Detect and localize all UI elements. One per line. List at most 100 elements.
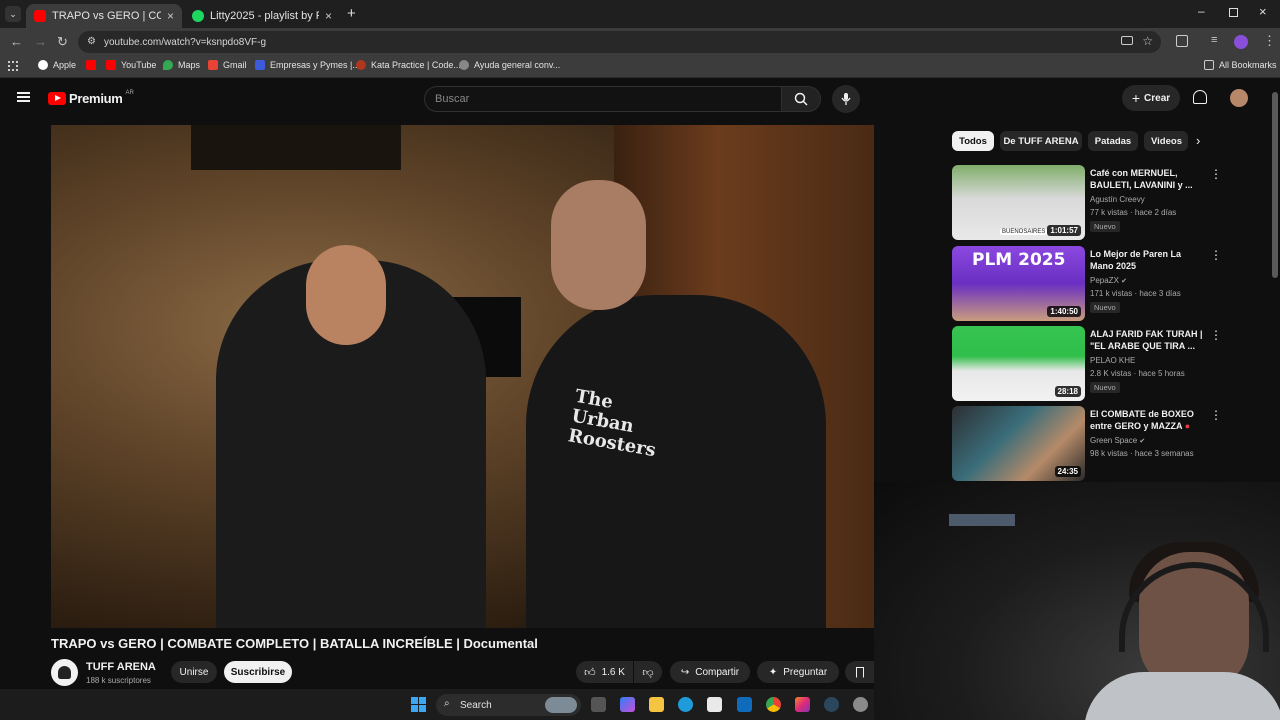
tab-search-icon[interactable]: ⌄ [5, 6, 21, 22]
notifications-bell-icon[interactable] [1193, 90, 1207, 104]
youtube-premium-logo[interactable]: Premium AR [48, 90, 134, 106]
bookmark-label: Empresas y Pymes |... [270, 60, 360, 70]
file-explorer-icon[interactable] [649, 697, 664, 712]
tab-title: Litty2025 - playlist by FrancoBe [210, 10, 319, 22]
logo-text: Premium [69, 91, 123, 106]
title-label: El COMBATE de BOXEO entre GERO y MAZZA [1090, 409, 1194, 431]
bookmark-apple[interactable]: Apple [38, 60, 76, 70]
hamburger-menu-icon[interactable] [17, 92, 30, 102]
like-button[interactable]: 👍︎ 1.6 K [576, 661, 633, 683]
youtube-icon [86, 60, 96, 70]
join-button[interactable]: Unirse [171, 661, 217, 683]
steam-icon[interactable] [824, 697, 839, 712]
more-options-icon[interactable]: ⋮ [1210, 408, 1222, 422]
reload-icon[interactable]: ↻ [57, 34, 68, 50]
channel-avatar[interactable] [51, 659, 78, 686]
new-badge: Nuevo [1090, 382, 1120, 393]
forward-icon[interactable]: → [34, 34, 47, 49]
more-options-icon[interactable]: ⋮ [1210, 248, 1222, 262]
more-options-icon[interactable]: ⋮ [1210, 328, 1222, 342]
bookmark-icon [855, 666, 864, 678]
bookmark-star-icon[interactable]: ☆ [1142, 34, 1153, 48]
search-input[interactable]: Buscar [424, 86, 782, 112]
video-thumbnail[interactable]: 24:35 [952, 406, 1085, 481]
chrome-icon[interactable] [766, 697, 781, 712]
bookmark-youtube-red[interactable] [86, 60, 101, 70]
voice-search-button[interactable] [832, 85, 860, 113]
task-view-icon[interactable] [591, 697, 606, 712]
settings-gear-icon[interactable] [853, 697, 868, 712]
windows-start-icon[interactable] [411, 697, 426, 712]
close-window-icon[interactable]: × [1259, 4, 1267, 19]
media-control-icon[interactable]: ≡ [1211, 34, 1217, 46]
video-thumbnail[interactable]: PLM 2025 1:40:50 [952, 246, 1085, 321]
outlook-icon[interactable] [737, 697, 752, 712]
maximize-window-icon[interactable] [1229, 8, 1238, 17]
chip-videos[interactable]: Videos [1144, 131, 1188, 151]
verified-check-icon: ✔ [1139, 438, 1146, 445]
tab-trapo-vs-gero[interactable]: TRAPO vs GERO | COMBATE CO × [26, 4, 182, 28]
browser-menu-icon[interactable]: ⋮ [1263, 33, 1276, 49]
webcam-overlay [874, 482, 1280, 720]
youtube-icon [106, 60, 116, 70]
bookmark-youtube[interactable]: YouTube [106, 60, 156, 70]
extensions-icon[interactable] [1176, 35, 1188, 47]
new-tab-icon[interactable]: + [347, 5, 356, 22]
create-button[interactable]: + Crear [1122, 85, 1180, 111]
install-app-icon[interactable] [1121, 36, 1133, 45]
tab-title: TRAPO vs GERO | COMBATE CO [52, 10, 161, 22]
chip-de-tuff-arena[interactable]: De TUFF ARENA [1000, 131, 1082, 151]
profile-avatar-icon[interactable] [1234, 35, 1248, 49]
scrollbar-thumb[interactable] [1272, 92, 1278, 278]
tab-litty2025[interactable]: Litty2025 - playlist by FrancoBe × [184, 4, 340, 28]
save-button[interactable] [845, 661, 874, 683]
edge-icon[interactable] [678, 697, 693, 712]
bookmark-kata[interactable]: Kata Practice | Code... [356, 60, 461, 70]
taskbar-search[interactable]: ⌕ Search [436, 694, 581, 716]
bookmark-label: Maps [178, 60, 201, 70]
site-info-icon[interactable]: ⚙ [87, 36, 96, 47]
bookmark-ayuda[interactable]: Ayuda general conv... [459, 60, 560, 70]
copilot-icon[interactable] [620, 697, 635, 712]
folder-icon [1204, 60, 1214, 70]
recommendation-item[interactable]: PLM 2025 1:40:50 Lo Mejor de Paren La Ma… [952, 246, 1222, 322]
microsoft-store-icon[interactable] [707, 697, 722, 712]
recommendation-item[interactable]: 24:35 El COMBATE de BOXEO entre GERO y M… [952, 406, 1222, 482]
back-icon[interactable]: ← [10, 34, 23, 49]
search-button[interactable] [781, 86, 821, 112]
minimize-window-icon[interactable]: – [1198, 4, 1205, 18]
search-placeholder: Buscar [435, 93, 470, 105]
url-bar[interactable]: ⚙ youtube.com/watch?v=ksnpdo8VF-g ☆ [78, 31, 1161, 53]
video-thumbnail[interactable]: 28:18 [952, 326, 1085, 401]
chip-todos[interactable]: Todos [952, 131, 994, 151]
recommendation-item[interactable]: 28:18 ALAJ FARID FAK TURAH | "EL ARABE Q… [952, 326, 1222, 402]
apps-grid-icon[interactable] [8, 61, 18, 71]
more-options-icon[interactable]: ⋮ [1210, 167, 1222, 181]
monitor-light [949, 514, 1015, 526]
bookmark-gmail[interactable]: Gmail [208, 60, 247, 70]
video-player[interactable]: The Urban Roosters [51, 125, 874, 628]
all-bookmarks[interactable]: All Bookmarks [1204, 60, 1277, 70]
codewars-icon [356, 60, 366, 70]
channel-name[interactable]: TUFF ARENA [86, 661, 156, 673]
new-badge: Nuevo [1090, 302, 1120, 313]
close-tab-icon[interactable]: × [325, 9, 332, 23]
share-button[interactable]: ↪ Compartir [670, 661, 750, 683]
bookmark-maps[interactable]: Maps [163, 60, 200, 70]
account-avatar[interactable] [1230, 89, 1248, 107]
chips-next-chevron-icon[interactable]: › [1196, 133, 1200, 148]
bookmark-empresas[interactable]: Empresas y Pymes |... [255, 60, 360, 70]
video-thumbnail[interactable]: BUENOSAIRES 1:01:57 [952, 165, 1085, 240]
subscribe-button[interactable]: Suscribirse [224, 661, 292, 683]
ask-label: Preguntar [783, 666, 828, 678]
video-duration: 28:18 [1054, 386, 1081, 397]
dislike-button[interactable]: 👎︎ [634, 661, 662, 683]
close-tab-icon[interactable]: × [167, 9, 174, 23]
ask-button[interactable]: ✦ Preguntar [757, 661, 839, 683]
gmail-icon [208, 60, 218, 70]
person-right-head [551, 180, 646, 310]
instagram-icon[interactable] [795, 697, 810, 712]
bookmark-label: Apple [53, 60, 77, 70]
recommendation-item[interactable]: BUENOSAIRES 1:01:57 Café con MERNUEL, BA… [952, 165, 1222, 241]
chip-patadas[interactable]: Patadas [1088, 131, 1138, 151]
